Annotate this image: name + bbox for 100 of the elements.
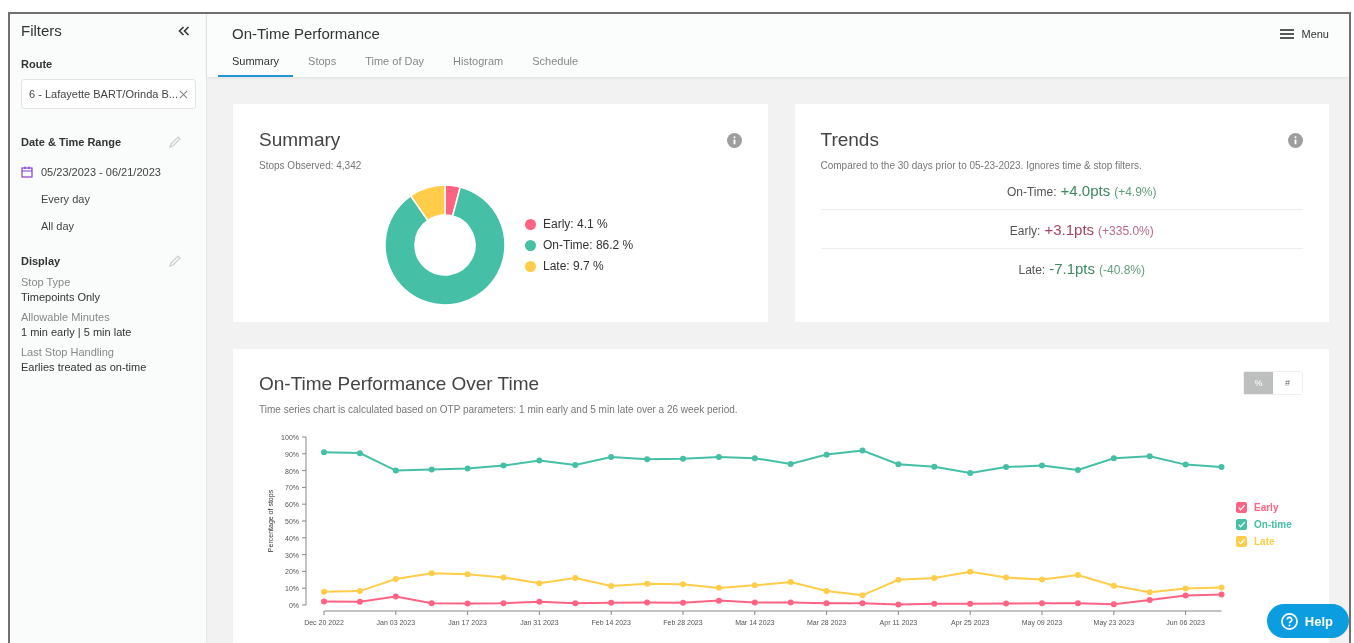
info-icon[interactable] [1288,132,1303,148]
point [1110,582,1117,589]
menu-button[interactable]: Menu [1280,27,1329,40]
point [823,587,830,594]
setting-value: Timepoints Only [21,291,102,303]
point [392,467,399,474]
trend-label: Late: [1018,263,1046,277]
point [967,568,974,575]
point [823,451,830,458]
point [895,601,902,608]
tab[interactable]: Time of Day [351,55,439,77]
point [572,600,579,607]
point [1146,596,1153,603]
point [392,575,399,582]
trend-value: +3.1pts [1044,221,1095,238]
info-icon[interactable] [726,132,742,148]
tab[interactable]: Summary [218,55,294,77]
point [931,463,938,470]
point [608,583,615,590]
section-title: Date & Time Range [21,136,122,148]
point [536,598,543,605]
card-subtitle: Compared to the 30 days prior to 05-23-2023. Ignores time & stop filters. [820,160,1143,171]
trend-value: +4.0pts [1060,182,1111,199]
card-title: Trends [820,129,879,151]
point [859,600,866,607]
point [1039,462,1045,469]
card-title: On-Time Performance Over Time [259,373,541,395]
point [464,571,471,578]
point [751,455,758,462]
point [500,574,507,581]
point [356,598,363,605]
point [895,576,902,583]
point [608,453,615,460]
clear-icon[interactable] [179,89,188,99]
point [1218,464,1225,471]
point [572,461,579,468]
point [1003,600,1010,607]
trend-change: (+4.9%) [1114,185,1157,199]
page-title: On-Time Performance [232,25,380,42]
legend-checkbox[interactable] [1236,518,1247,530]
point [715,453,722,460]
point [356,588,363,595]
point [787,599,794,606]
point [428,570,435,577]
menu-icon [1280,28,1295,39]
point [931,574,938,581]
point [680,455,686,462]
section-title: Display [21,255,61,267]
point [1146,453,1153,460]
route-field[interactable]: 6 - Lafayette BART/Orinda B... [21,79,196,109]
point [1182,461,1189,468]
trend-change: (-40.8%) [1099,263,1146,277]
point [967,600,974,607]
calendar-icon [21,166,33,178]
point [1218,591,1225,598]
setting-value: 1 min early | 5 min late [21,326,133,338]
hours-text: All day [40,220,76,232]
point [428,600,435,607]
legend-label: On-Time: 86.2 % [543,238,634,252]
point [751,582,758,589]
legend-checkbox[interactable] [1236,501,1247,513]
point [536,580,543,587]
point [715,597,722,604]
point [895,461,902,468]
point [859,592,866,599]
card-title: Summary [259,129,341,151]
point [321,449,327,456]
legend-label: Early: 4.1 % [543,217,608,231]
pencil-icon[interactable] [168,135,182,149]
point [1110,601,1117,608]
tab[interactable]: Histogram [439,55,518,77]
point [1039,600,1045,607]
point [967,469,974,476]
legend-checkbox[interactable] [1236,535,1247,547]
tab[interactable]: Schedule [518,55,593,77]
help-button[interactable]: Help [1266,604,1349,638]
legend-label: Early [1254,501,1279,513]
card-subtitle: Time series chart is calculated based on OTP parameters: 1 min early and 5 min late over a 26 week period. [259,404,738,415]
point [823,600,830,607]
point [787,460,794,467]
card-subtitle: Stops Observed: 4,342 [259,160,363,171]
point [1110,455,1117,462]
route-label: Route [21,58,54,70]
point [859,447,866,454]
days-text: Every day [40,193,91,205]
point [644,599,651,606]
trend-label: On-Time: [1006,185,1057,199]
question-icon [1280,612,1298,630]
tab[interactable]: Stops [294,55,351,77]
pencil-icon[interactable] [168,254,182,268]
point [644,580,651,587]
point [1182,585,1189,592]
collapse-icon[interactable] [178,25,190,36]
point [1182,592,1189,599]
point [428,466,435,473]
point [536,457,543,464]
point [1039,576,1045,583]
point [392,593,399,600]
point [500,600,507,607]
point [787,578,794,585]
